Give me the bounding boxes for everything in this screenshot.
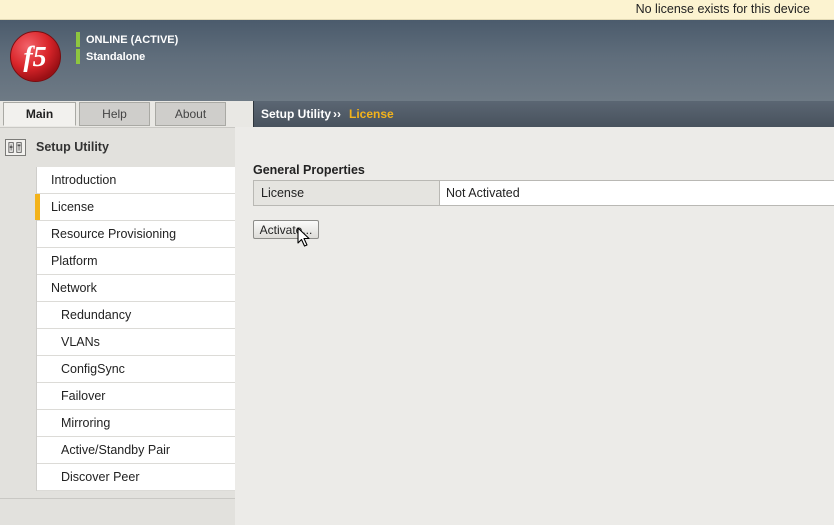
properties-table: License Not Activated — [253, 180, 834, 206]
sidebar-item-introduction[interactable]: Introduction — [37, 167, 235, 194]
tab-help[interactable]: Help — [79, 102, 150, 126]
breadcrumb: Setup Utility ›› License — [253, 101, 834, 127]
license-notice-bar: No license exists for this device — [0, 0, 834, 20]
sidebar-item-redundancy[interactable]: Redundancy — [37, 302, 235, 329]
breadcrumb-current-page: License — [349, 107, 394, 121]
sidebar-title: Setup Utility — [36, 140, 109, 154]
sidebar-item-discover-peer[interactable]: Discover Peer — [37, 464, 235, 491]
svg-text:f5: f5 — [23, 42, 46, 73]
section-title: General Properties — [253, 163, 365, 177]
status-indicator — [76, 49, 80, 64]
mouse-pointer-icon — [297, 227, 310, 247]
sidebar-item-configsync[interactable]: ConfigSync — [37, 356, 235, 383]
header-banner: f5 ONLINE (ACTIVE) Standalone — [0, 20, 834, 101]
setup-nav-list: Introduction License Resource Provisioni… — [35, 167, 235, 491]
sidebar-item-active-standby-pair[interactable]: Active/Standby Pair — [37, 437, 235, 464]
tab-about[interactable]: About — [155, 102, 226, 126]
sidebar: Setup Utility Introduction License Resou… — [0, 127, 235, 525]
sidebar-item-failover[interactable]: Failover — [37, 383, 235, 410]
sidebar-item-vlans[interactable]: VLANs — [37, 329, 235, 356]
sidebar-header: Setup Utility — [0, 136, 235, 160]
breadcrumb-section[interactable]: Setup Utility — [261, 107, 331, 121]
f5-logo: f5 — [10, 31, 61, 82]
property-label-license: License — [254, 181, 440, 205]
property-value-license: Not Activated — [446, 186, 520, 200]
status-line-mode: Standalone — [76, 48, 178, 65]
setup-utility-icon — [5, 139, 26, 156]
breadcrumb-separator: ›› — [333, 107, 341, 121]
license-notice-text: No license exists for this device — [635, 2, 810, 16]
main-content: General Properties License Not Activated… — [235, 127, 834, 525]
device-status: ONLINE (ACTIVE) Standalone — [76, 31, 178, 65]
sidebar-item-mirroring[interactable]: Mirroring — [37, 410, 235, 437]
sidebar-divider — [0, 498, 235, 499]
main-tabs: Main Help About — [0, 101, 235, 127]
sidebar-item-network[interactable]: Network — [37, 275, 235, 302]
status-line-online: ONLINE (ACTIVE) — [76, 31, 178, 48]
status-text-online: ONLINE (ACTIVE) — [86, 33, 179, 46]
status-text-mode: Standalone — [86, 50, 146, 63]
status-indicator — [76, 32, 80, 47]
tab-main[interactable]: Main — [3, 102, 76, 126]
sidebar-item-resource-provisioning[interactable]: Resource Provisioning — [37, 221, 235, 248]
sidebar-item-license[interactable]: License — [35, 194, 235, 221]
sidebar-item-platform[interactable]: Platform — [37, 248, 235, 275]
